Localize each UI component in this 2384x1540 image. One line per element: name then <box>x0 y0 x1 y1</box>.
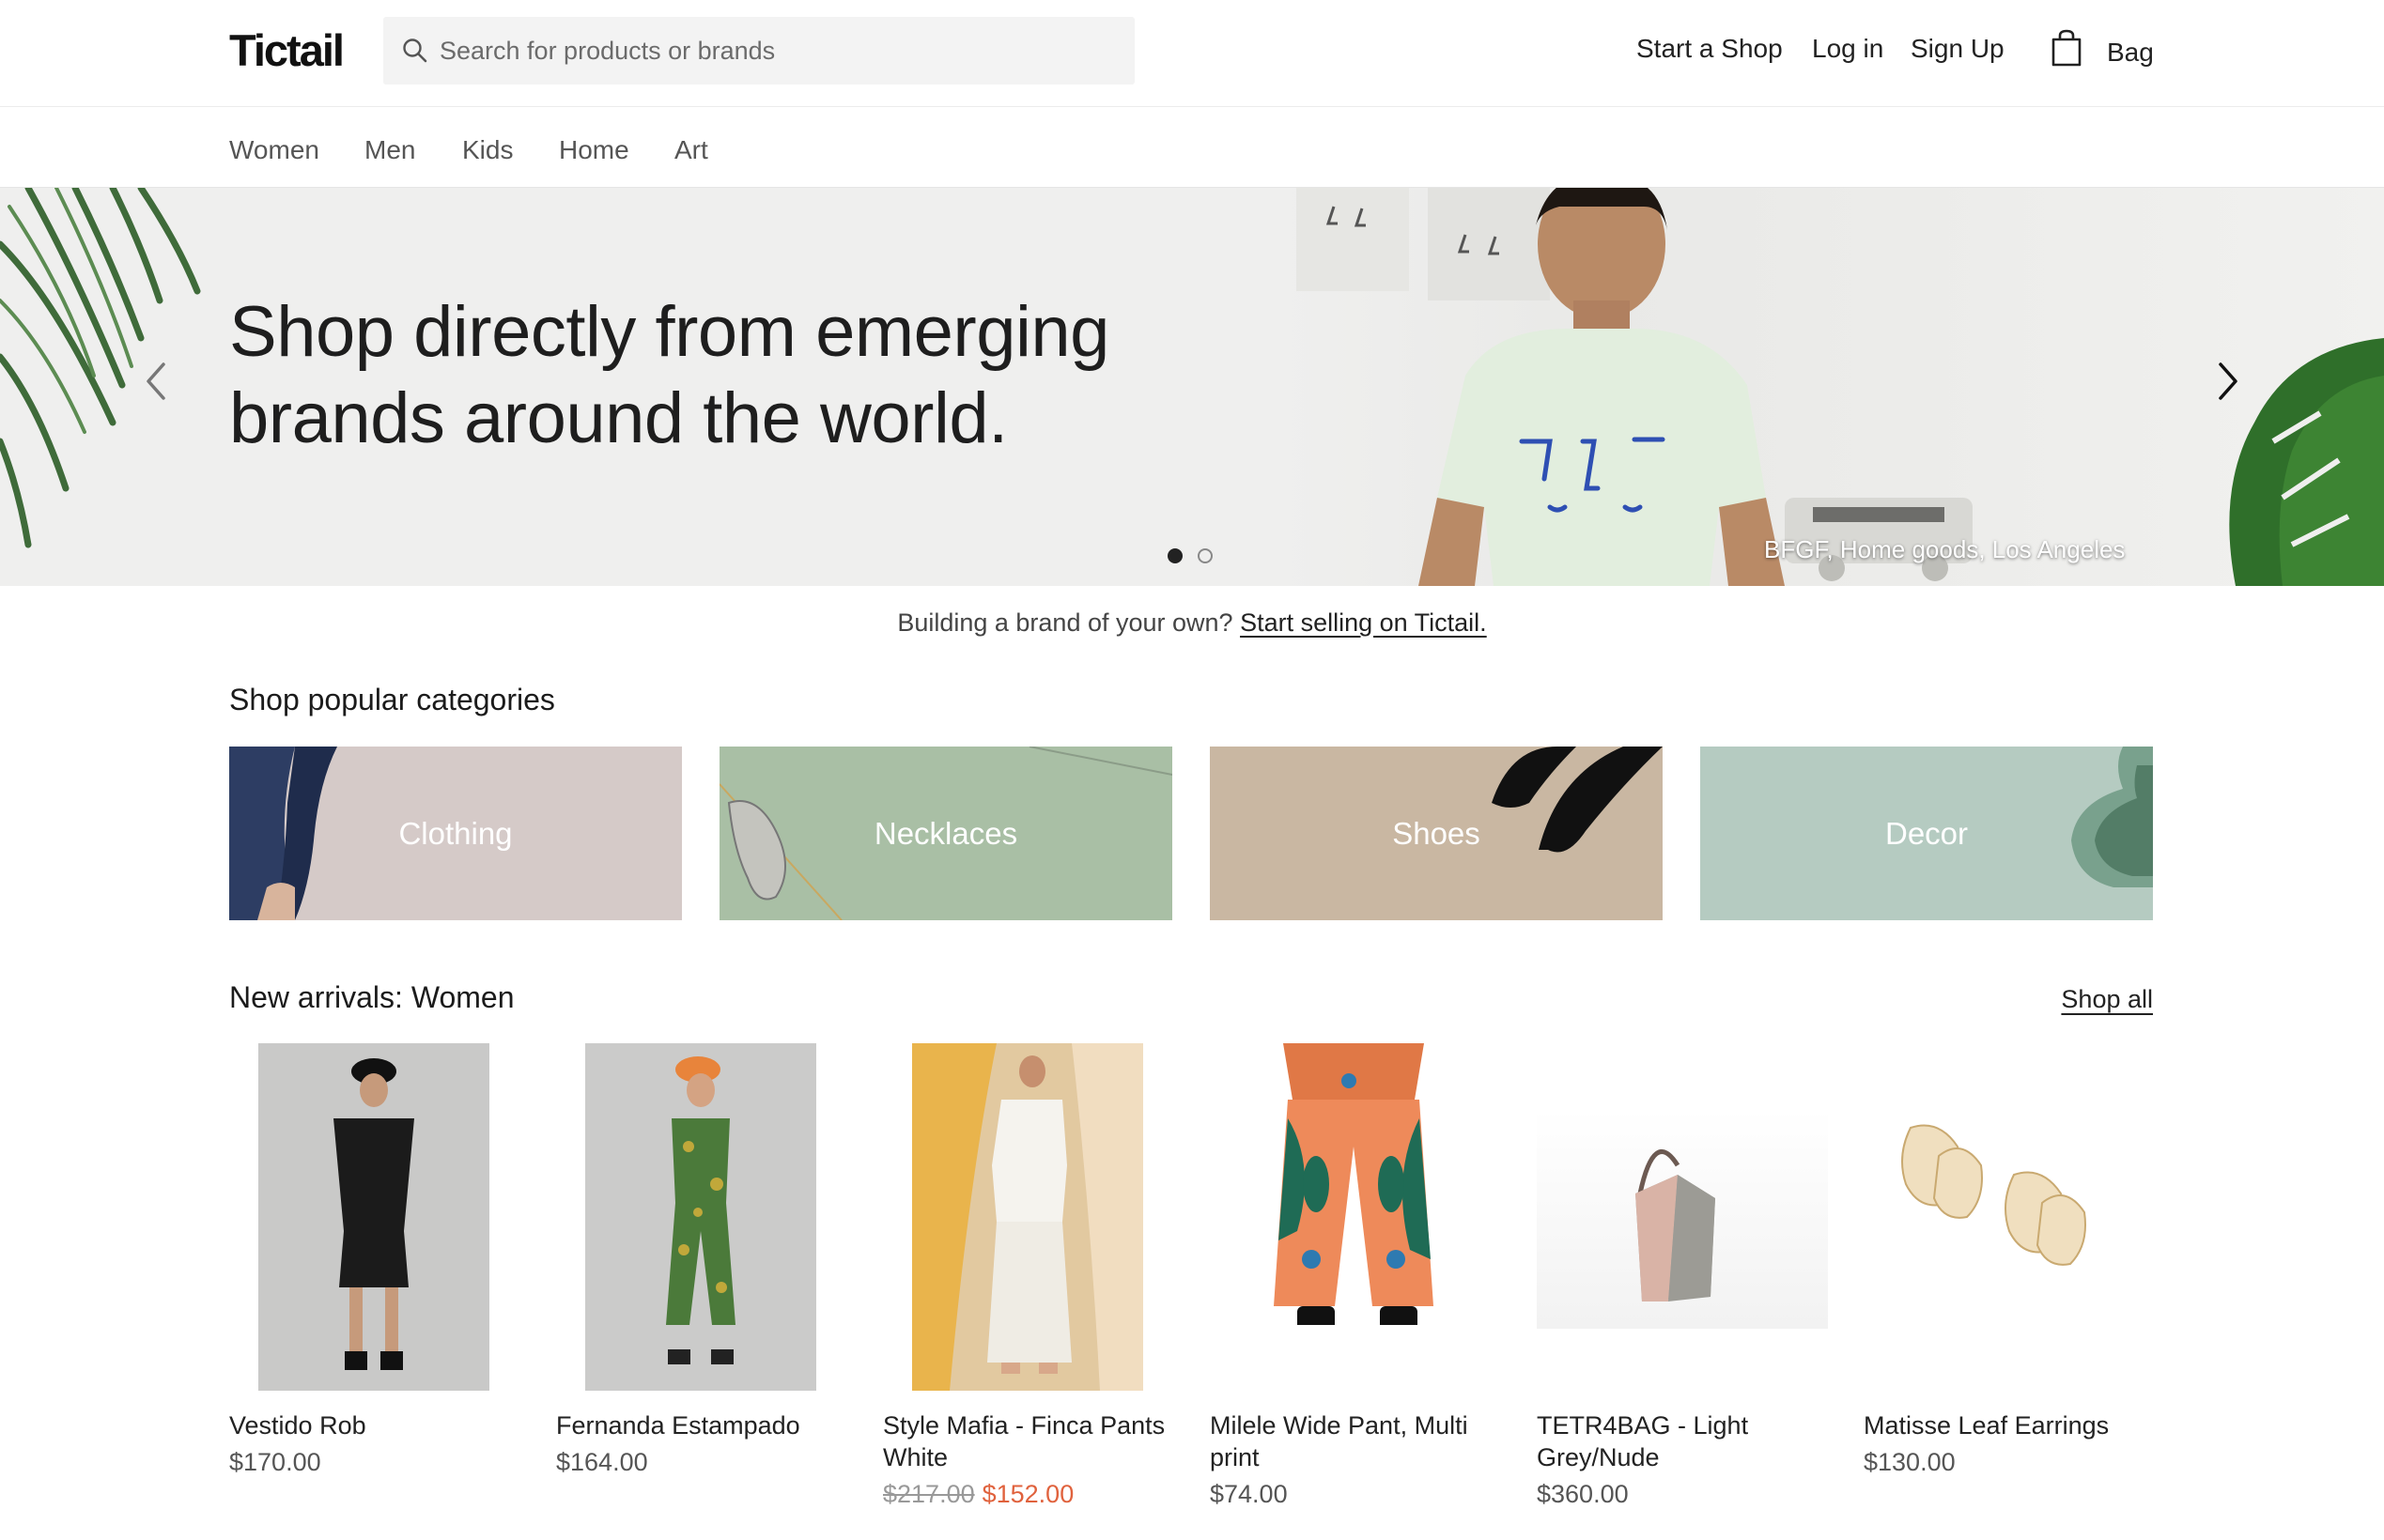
product-price: $217.00 $152.00 <box>883 1480 1074 1509</box>
search-input[interactable] <box>440 17 1116 85</box>
category-nav: Women Men Kids Home Art <box>0 107 2384 188</box>
product-image[interactable] <box>912 1043 1143 1391</box>
product-old-price: $217.00 <box>883 1480 975 1508</box>
new-arrivals-title: New arrivals: Women <box>229 980 515 1014</box>
search-bar[interactable] <box>383 17 1135 85</box>
login-link[interactable]: Log in <box>1812 34 1883 64</box>
product-price: $130.00 <box>1864 1448 1956 1476</box>
nav-women[interactable]: Women <box>229 135 319 165</box>
hero-caption[interactable]: BFGF, Home goods, Los Angeles <box>1764 535 2125 564</box>
product-price: $170.00 <box>229 1448 321 1476</box>
nav-art[interactable]: Art <box>674 135 708 165</box>
category-tile-necklaces[interactable]: Necklaces <box>720 747 1172 920</box>
carousel-dot-2[interactable] <box>1198 548 1213 563</box>
product-name[interactable]: Vestido Rob <box>229 1409 520 1441</box>
category-tile-clothing[interactable]: Clothing <box>229 747 682 920</box>
product-name[interactable]: Milele Wide Pant, Multi print <box>1210 1409 1501 1473</box>
category-label-necklaces: Necklaces <box>874 815 1018 851</box>
nav-kids[interactable]: Kids <box>462 135 513 165</box>
start-shop-link[interactable]: Start a Shop <box>1636 34 1783 64</box>
product-name[interactable]: Style Mafia - Finca Pants White <box>883 1409 1174 1473</box>
product-name[interactable]: Fernanda Estampado <box>556 1409 847 1441</box>
palm-leaves-image <box>0 188 201 548</box>
product-image[interactable] <box>258 1043 489 1391</box>
shop-all-link[interactable]: Shop all <box>2061 985 2153 1014</box>
logo[interactable]: Tictail <box>229 24 345 76</box>
product-name[interactable]: Matisse Leaf Earrings <box>1864 1409 2155 1441</box>
wide-pants-image <box>1274 1043 1433 1332</box>
model-photo <box>1418 188 1785 586</box>
hero-carousel: Shop directly from emerging brands aroun… <box>0 188 2384 586</box>
nav-men[interactable]: Men <box>364 135 415 165</box>
product-sale-price: $152.00 <box>982 1480 1075 1508</box>
category-label-decor: Decor <box>1884 815 1969 851</box>
chevron-left-icon[interactable] <box>137 355 175 408</box>
product-price: $74.00 <box>1210 1480 1288 1508</box>
product-name[interactable]: TETR4BAG - Light Grey/Nude <box>1537 1409 1828 1473</box>
bag-label[interactable]: Bag <box>2107 38 2154 68</box>
category-label-clothing: Clothing <box>398 815 513 851</box>
product-price: $360.00 <box>1537 1480 1629 1508</box>
bag-product-image <box>1635 1149 1715 1301</box>
product-image[interactable] <box>1537 1109 1828 1329</box>
product-image[interactable] <box>1864 1109 2155 1329</box>
bag-icon[interactable] <box>2051 28 2082 68</box>
category-label-shoes: Shoes <box>1392 815 1480 851</box>
earrings-image <box>1901 1124 2086 1266</box>
product-image[interactable] <box>585 1043 816 1391</box>
site-header: Tictail Start a Shop Log in Sign Up Bag <box>0 0 2384 107</box>
category-tile-shoes[interactable]: Shoes <box>1210 747 1663 920</box>
dress-model-image <box>333 1058 414 1370</box>
white-pants-model-image <box>912 1043 1143 1391</box>
popular-categories-title: Shop popular categories <box>229 683 555 716</box>
hero-headline-line1: Shop directly from emerging <box>229 292 1109 372</box>
chevron-right-icon[interactable] <box>2209 355 2247 408</box>
product-image[interactable] <box>1260 1043 1447 1349</box>
carousel-dot-1[interactable] <box>1168 548 1183 563</box>
hero-headline-line2: brands around the world. <box>229 378 1008 458</box>
sell-banner: Building a brand of your own? Start sell… <box>0 608 2384 638</box>
category-tile-decor[interactable]: Decor <box>1700 747 2153 920</box>
start-selling-link[interactable]: Start selling on Tictail. <box>1240 608 1487 637</box>
jumpsuit-model-image <box>666 1056 735 1364</box>
product-price: $164.00 <box>556 1448 648 1476</box>
sell-banner-text: Building a brand of your own? <box>897 608 1241 637</box>
hero-headline: Shop directly from emerging brands aroun… <box>229 289 1169 462</box>
search-icon <box>403 38 427 63</box>
signup-link[interactable]: Sign Up <box>1911 34 2005 64</box>
nav-home[interactable]: Home <box>559 135 629 165</box>
